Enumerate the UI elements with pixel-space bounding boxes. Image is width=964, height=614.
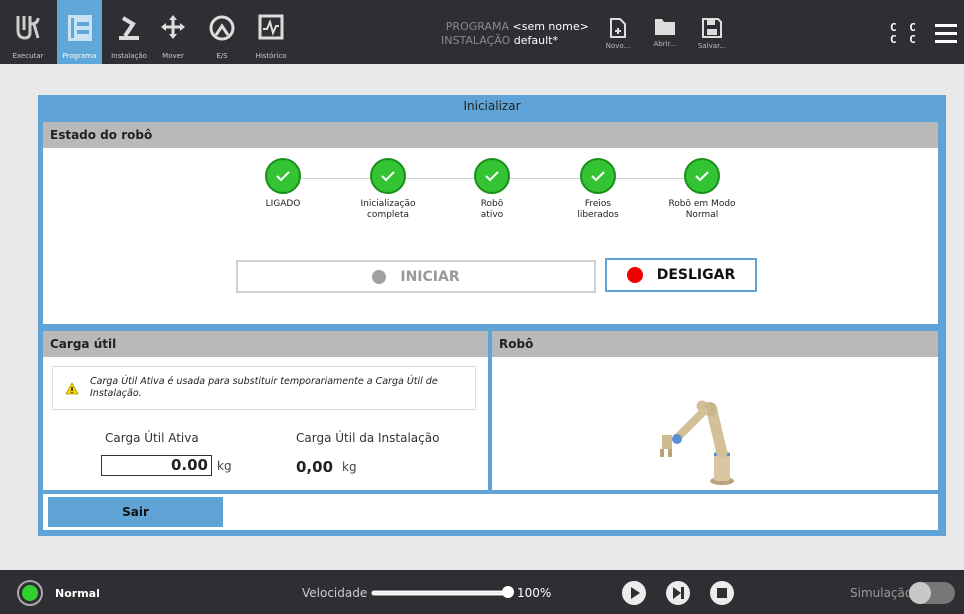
step-robot-active: Robô ativo [442, 158, 542, 221]
robot-state-section: Estado do robô LIGADO Inicialização comp… [43, 122, 938, 324]
installation-payload-value: 0,00 [296, 458, 334, 476]
play-icon [631, 587, 640, 599]
save-button[interactable]: Salvar... [690, 18, 734, 62]
nav-label: Instalação [111, 52, 147, 60]
nav-log[interactable]: Histórico [253, 0, 289, 64]
step-label: Robô ativo [480, 199, 504, 220]
nav-io[interactable]: E/S [205, 0, 239, 64]
check-icon [580, 158, 616, 194]
payload-section: Carga útil Carga Útil Ativa é usada para… [43, 331, 488, 490]
step-button[interactable] [666, 581, 690, 605]
check-icon [474, 158, 510, 194]
new-label: Novo... [605, 42, 631, 50]
stop-button[interactable] [710, 581, 734, 605]
section-header: Carga útil [43, 331, 488, 357]
start-button[interactable]: INICIAR [236, 260, 596, 293]
save-icon [702, 18, 722, 38]
open-button[interactable]: Abrir... [643, 18, 687, 62]
step-brakes-released: Freios liberados [548, 158, 648, 221]
start-label: INICIAR [400, 268, 460, 285]
robot-arm-illustration [660, 400, 734, 485]
step-powered: LIGADO [233, 158, 333, 210]
stop-icon [717, 588, 727, 598]
warning-icon [65, 382, 79, 395]
play-button[interactable] [622, 581, 646, 605]
folder-icon [655, 19, 675, 35]
program-label: PROGRAMA [445, 20, 509, 33]
speed-slider-handle[interactable] [502, 586, 514, 598]
initialize-dialog: Inicializar Estado do robô LIGADO Inicia… [38, 95, 946, 536]
new-file-icon [610, 18, 626, 38]
io-icon [209, 15, 235, 41]
nav-run[interactable]: Executar [10, 0, 46, 64]
robot-section: Robô [492, 331, 938, 490]
exit-label: Sair [122, 505, 149, 519]
installation-payload-label: Carga Útil da Instalação [296, 431, 440, 445]
exit-button[interactable]: Sair [48, 497, 223, 527]
program-name: <sem nome> [512, 20, 589, 33]
speed-label: Velocidade [302, 586, 368, 600]
check-icon [370, 158, 406, 194]
shutdown-label: DESLIGAR [656, 267, 736, 283]
new-button[interactable]: Novo... [596, 18, 640, 62]
top-bar: Executar Programa Instalação Mover E/S H… [0, 0, 964, 64]
nav-installation[interactable]: Instalação [108, 0, 150, 64]
robot-status-icon[interactable] [17, 580, 43, 606]
move-icon [161, 15, 185, 39]
installation-name: default* [513, 34, 558, 47]
installation-label: INSTALAÇÃO [441, 34, 511, 47]
step-normal-mode: Robô em Modo Normal [652, 158, 752, 221]
warning-text: Carga Útil Ativa é usada para substituir… [90, 376, 438, 399]
ur-logo-icon [16, 16, 40, 40]
simulation-toggle[interactable] [909, 582, 955, 604]
section-header: Estado do robô [43, 122, 938, 148]
simulation-label: Simulação [850, 586, 913, 600]
active-payload-unit: kg [217, 459, 232, 473]
open-label: Abrir... [653, 40, 677, 48]
nav-label: Programa [62, 52, 97, 60]
payload-warning: Carga Útil Ativa é usada para substituir… [52, 366, 476, 410]
nav-move[interactable]: Mover [158, 0, 188, 64]
program-info: PROGRAMA <sem nome> INSTALAÇÃO default* [441, 20, 589, 48]
nav-label: Mover [162, 52, 184, 60]
step-label: LIGADO [265, 199, 301, 209]
nav-label: Histórico [255, 52, 287, 60]
check-icon [684, 158, 720, 194]
start-indicator-icon [372, 269, 387, 284]
shutdown-button[interactable]: DESLIGAR [605, 258, 757, 292]
active-payload-label: Carga Útil Ativa [105, 431, 199, 445]
check-icon [265, 158, 301, 194]
speed-value: 100% [517, 586, 552, 600]
dialog-title: Inicializar [463, 99, 521, 113]
robot-status-text: Normal [55, 587, 100, 600]
nav-label: E/S [216, 52, 228, 60]
section-header: Robô [492, 331, 938, 357]
step-label: Freios liberados [577, 199, 619, 220]
log-icon [258, 14, 284, 40]
step-init-complete: Inicialização completa [338, 158, 438, 221]
speed-slider[interactable] [371, 590, 509, 596]
installation-payload-unit: kg [342, 460, 357, 474]
active-payload-input[interactable]: 0.00 [101, 455, 212, 476]
step-icon [673, 587, 684, 599]
step-label: Inicialização completa [360, 199, 416, 220]
nav-program[interactable]: Programa [57, 0, 102, 64]
bottom-bar: Normal Velocidade 100% Simulação [0, 570, 964, 614]
connection-indicator[interactable]: C CC C [890, 22, 919, 46]
shutdown-indicator-icon [626, 267, 643, 283]
nav-label: Executar [12, 52, 44, 60]
save-label: Salvar... [697, 42, 727, 50]
menu-icon[interactable] [935, 24, 957, 48]
step-label: Robô em Modo Normal [668, 199, 736, 220]
program-icon [67, 15, 92, 41]
installation-icon [119, 16, 139, 40]
